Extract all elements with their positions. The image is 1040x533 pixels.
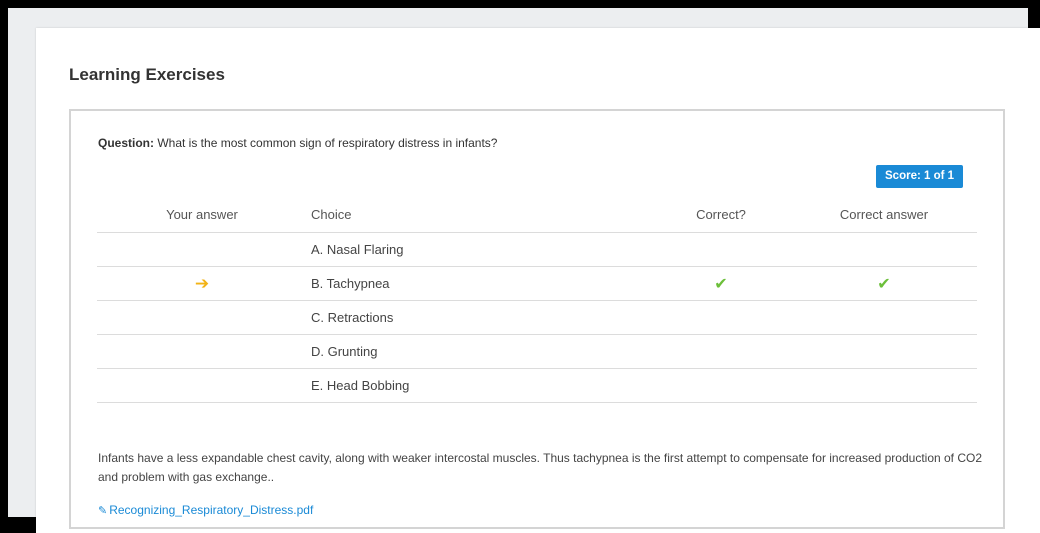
question: Question: What is the most common sign o… [98,136,497,150]
table-row: ➔ B. Tachypnea ✔ ✔ [97,266,977,301]
your-answer-cell: ➔ [97,266,307,301]
table-row: D. Grunting [97,334,977,369]
correct-cell [651,300,791,335]
attachment-filename: Recognizing_Respiratory_Distress.pdf [109,503,314,517]
question-label: Question: [98,136,154,150]
your-answer-cell [97,232,307,267]
explanation-text: Infants have a less expandable chest cav… [98,451,983,484]
choice-cell: D. Grunting [307,334,651,369]
table-row: A. Nasal Flaring [97,232,977,267]
page-background: Learning Exercises Question: What is the… [8,8,1040,533]
correct-answer-cell: ✔ [791,266,977,301]
table-row: C. Retractions [97,300,977,335]
header-correct-answer: Correct answer [791,196,977,233]
header-choice: Choice [307,196,651,233]
correct-cell [651,334,791,369]
answers-table: Your answer Choice Correct? Correct answ… [97,196,977,403]
your-answer-cell [97,368,307,403]
your-answer-cell [97,300,307,335]
choice-cell: C. Retractions [307,300,651,335]
section-heading: Learning Exercises [69,65,225,84]
paperclip-icon: ✎ [98,505,108,517]
header-your-answer: Your answer [97,196,307,233]
your-answer-cell [97,334,307,369]
check-icon: ✔ [714,275,728,293]
correct-answer-cell [791,334,977,369]
question-text: What is the most common sign of respirat… [157,136,498,150]
choice-cell: B. Tachypnea [307,266,651,301]
check-icon: ✔ [877,275,891,293]
exercise-box: Question: What is the most common sign o… [69,109,1005,529]
choice-cell: A. Nasal Flaring [307,232,651,267]
content-card: Learning Exercises Question: What is the… [36,28,1040,533]
attachment-link[interactable]: ✎ Recognizing_Respiratory_Distress.pdf [98,503,313,517]
score-badge: Score: 1 of 1 [876,165,964,188]
correct-answer-cell [791,300,977,335]
table-row: E. Head Bobbing [97,368,977,403]
header-correct: Correct? [651,196,791,233]
correct-cell: ✔ [651,266,791,301]
correct-answer-cell [791,368,977,403]
arrow-right-icon: ➔ [194,273,210,293]
correct-cell [651,368,791,403]
correct-answer-cell [791,232,977,267]
correct-cell [651,232,791,267]
choice-cell: E. Head Bobbing [307,368,651,403]
table-header-row: Your answer Choice Correct? Correct answ… [97,196,977,233]
